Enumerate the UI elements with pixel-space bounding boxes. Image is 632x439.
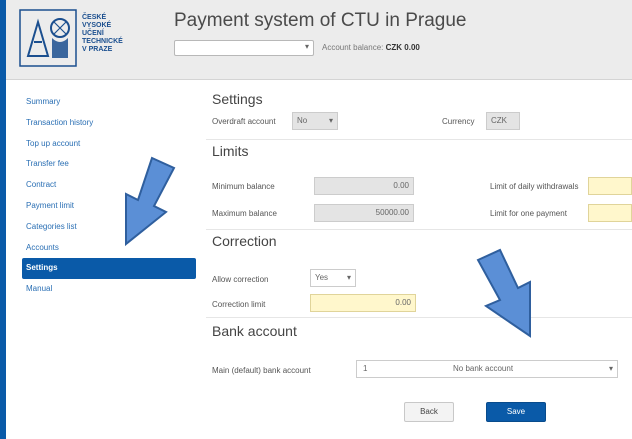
section-title-settings: Settings — [212, 91, 263, 107]
bank-account-label: Main (default) bank account — [212, 366, 311, 375]
limit-withdrawals-input[interactable] — [588, 177, 632, 195]
bank-account-select[interactable]: 1 No bank account ▾ — [356, 360, 618, 378]
arrow-pointing-bank-account-icon — [476, 248, 531, 338]
divider — [206, 317, 632, 318]
logo-text: ČESKÉ VYSOKÉ UČENÍ TECHNICKÉ V PRAZE — [82, 14, 172, 54]
limit-withdrawals-label: Limit of daily withdrawals — [490, 182, 579, 191]
divider — [206, 229, 632, 230]
page-title: Payment system of CTU in Prague — [174, 10, 467, 31]
logo-line: UČENÍ — [82, 30, 104, 37]
logo-line: V PRAZE — [82, 46, 113, 53]
bank-account-number: 1 — [363, 364, 368, 373]
balance-label: Account balance: — [322, 43, 384, 52]
sidebar-item-top-up[interactable]: Top up account — [6, 134, 196, 155]
settings-form: Settings Overdraft account No ▾ Currency… — [206, 81, 632, 439]
logo-line: VYSOKÉ — [82, 22, 112, 29]
app-frame: ČESKÉ VYSOKÉ UČENÍ TECHNICKÉ V PRAZE Pay… — [6, 0, 632, 439]
chevron-down-icon: ▾ — [304, 42, 309, 51]
overdraft-select-value: No — [297, 116, 308, 125]
limit-payment-label: Limit for one payment — [490, 209, 567, 218]
sidebar: Summary Transaction history Top up accou… — [6, 81, 196, 439]
overdraft-label: Overdraft account — [212, 117, 276, 126]
chevron-down-icon: ▾ — [608, 364, 613, 373]
ctu-logo[interactable]: ČESKÉ VYSOKÉ UČENÍ TECHNICKÉ V PRAZE — [18, 8, 168, 68]
sidebar-item-transaction-history[interactable]: Transaction history — [6, 113, 196, 134]
overdraft-select[interactable]: No ▾ — [292, 112, 338, 130]
account-balance: Account balance: CZK 0.00 — [322, 43, 420, 52]
sidebar-item-settings[interactable]: Settings — [22, 258, 196, 280]
balance-value: CZK 0.00 — [385, 43, 420, 52]
section-title-correction: Correction — [212, 233, 277, 249]
allow-correction-select[interactable]: Yes ▾ — [310, 269, 356, 287]
min-balance-field: 0.00 — [314, 177, 414, 195]
currency-label: Currency — [442, 117, 475, 126]
bank-account-value: No bank account — [453, 364, 514, 373]
arrow-pointing-settings-icon — [125, 156, 176, 247]
max-balance-label: Maximum balance — [212, 209, 277, 218]
max-balance-field: 50000.00 — [314, 204, 414, 222]
limit-payment-input[interactable] — [588, 204, 632, 222]
min-balance-label: Minimum balance — [212, 182, 275, 191]
currency-field: CZK — [486, 112, 520, 130]
chevron-down-icon: ▾ — [346, 273, 351, 282]
header: ČESKÉ VYSOKÉ UČENÍ TECHNICKÉ V PRAZE Pay… — [6, 0, 632, 80]
allow-correction-value: Yes — [315, 273, 329, 282]
sidebar-item-summary[interactable]: Summary — [6, 92, 196, 113]
logo-line: TECHNICKÉ — [82, 38, 123, 45]
ctu-lion-logo-icon — [19, 9, 77, 67]
chevron-down-icon: ▾ — [328, 116, 333, 125]
back-button[interactable]: Back — [404, 402, 454, 422]
correction-limit-label: Correction limit — [212, 300, 266, 309]
section-title-limits: Limits — [212, 143, 249, 159]
account-select[interactable]: ▾ — [174, 40, 314, 56]
save-button[interactable]: Save — [486, 402, 546, 422]
logo-line: ČESKÉ — [82, 14, 107, 21]
correction-limit-input[interactable]: 0.00 — [310, 294, 416, 312]
sidebar-item-manual[interactable]: Manual — [6, 279, 196, 300]
allow-correction-label: Allow correction — [212, 275, 269, 284]
section-title-bank-account: Bank account — [212, 323, 297, 339]
divider — [206, 139, 632, 140]
